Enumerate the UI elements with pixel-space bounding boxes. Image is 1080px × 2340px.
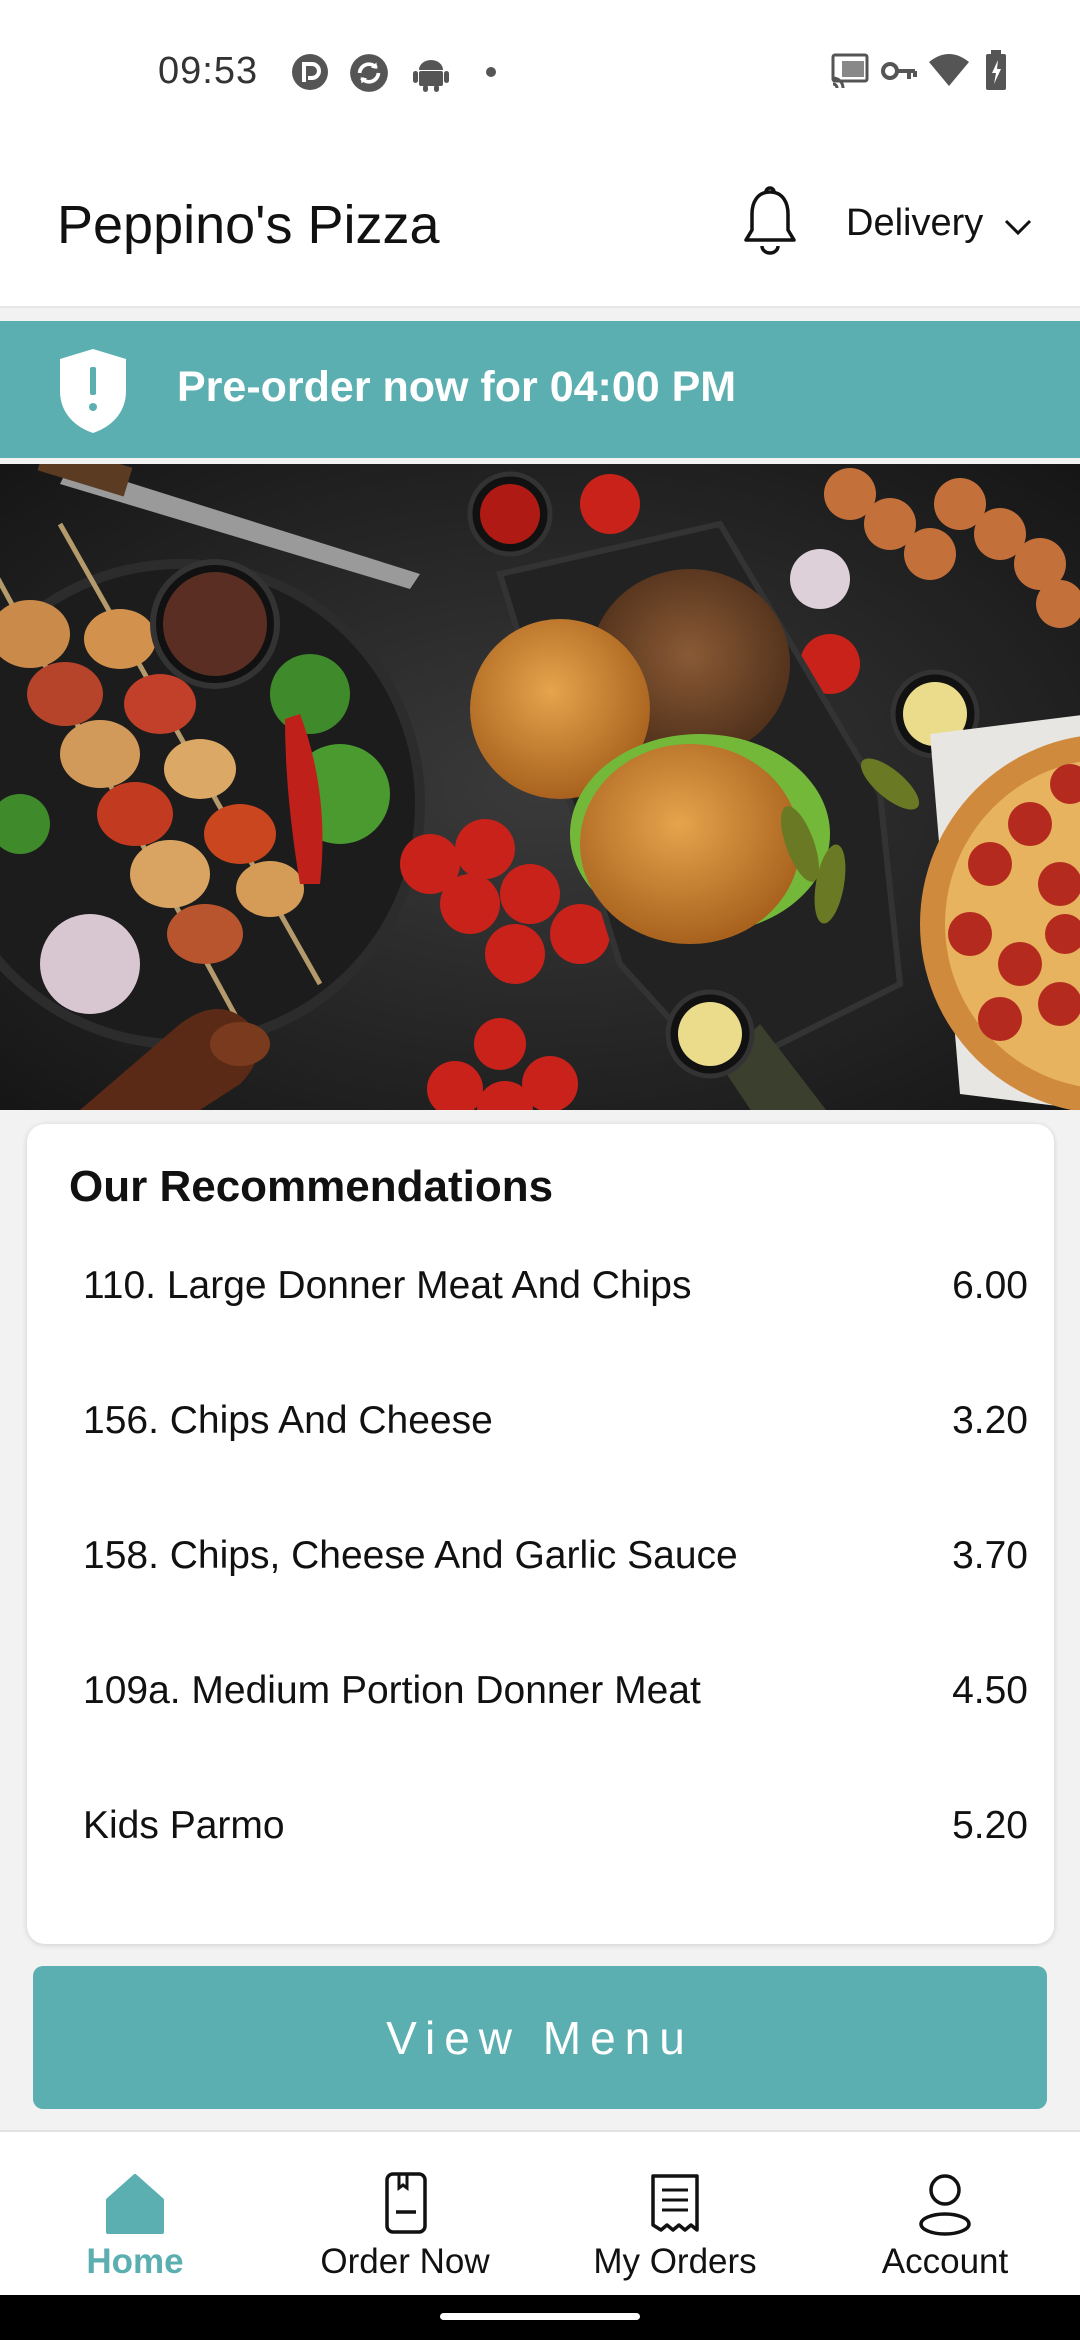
item-name: 158. Chips, Cheese And Garlic Sauce [83, 1534, 738, 1577]
nav-item-my-orders[interactable]: My Orders [540, 2132, 810, 2297]
shield-alert-icon [60, 349, 126, 433]
dot-icon [486, 67, 496, 77]
status-bar: 09:53 [0, 0, 1080, 150]
nav-item-home[interactable]: Home [0, 2132, 270, 2297]
vpn-key-icon [881, 62, 917, 80]
nav-label-home: Home [86, 2242, 184, 2281]
home-icon [106, 2174, 164, 2234]
item-price: 5.20 [952, 1804, 1028, 1847]
gesture-bar [0, 2295, 1080, 2340]
item-price: 6.00 [952, 1264, 1028, 1307]
recommendations-card: Our Recommendations 110. Large Donner Me… [27, 1124, 1054, 1944]
bottom-nav: Home Order Now My Orders Account [0, 2130, 1080, 2295]
recommendation-item[interactable]: Kids Parmo 5.20 [83, 1792, 1028, 1882]
recommendations-title: Our Recommendations [69, 1162, 554, 1211]
app-title: Peppino's Pizza [57, 195, 440, 255]
food-spread-illustration [0, 464, 1080, 1110]
order-now-icon [385, 2172, 427, 2234]
nav-item-order-now[interactable]: Order Now [270, 2132, 540, 2297]
nav-label-order-now: Order Now [320, 2242, 490, 2281]
status-time: 09:53 [158, 50, 259, 92]
bell-icon[interactable] [740, 186, 800, 258]
android-icon [413, 60, 449, 92]
home-gesture-handle[interactable] [440, 2313, 640, 2320]
battery-icon [986, 50, 1006, 90]
item-name: 156. Chips And Cheese [83, 1399, 493, 1442]
nav-item-account[interactable]: Account [810, 2132, 1080, 2297]
item-name: 110. Large Donner Meat And Chips [83, 1264, 692, 1307]
item-price: 3.20 [952, 1399, 1028, 1442]
receipt-icon [651, 2174, 699, 2232]
pocket-casts-icon [292, 54, 328, 90]
recommendation-item[interactable]: 156. Chips And Cheese 3.20 [83, 1387, 1028, 1477]
preorder-banner: Pre-order now for 04:00 PM [0, 321, 1080, 458]
account-icon [919, 2174, 971, 2236]
nav-label-account: Account [881, 2242, 1009, 2281]
sync-icon [350, 54, 388, 92]
chevron-down-icon[interactable] [1002, 216, 1034, 238]
wifi-icon [929, 54, 969, 86]
recommendation-item[interactable]: 109a. Medium Portion Donner Meat 4.50 [83, 1657, 1028, 1747]
item-price: 3.70 [952, 1534, 1028, 1577]
cast-icon [831, 53, 869, 88]
app-header: Peppino's Pizza Delivery [0, 150, 1080, 308]
item-name: 109a. Medium Portion Donner Meat [83, 1669, 701, 1712]
view-menu-button[interactable]: View Menu [33, 1966, 1047, 2109]
nav-label-my-orders: My Orders [593, 2242, 757, 2281]
item-price: 4.50 [952, 1669, 1028, 1712]
food-spread-image [0, 464, 1080, 1110]
preorder-text: Pre-order now for 04:00 PM [177, 363, 737, 411]
order-type-selector[interactable]: Delivery [846, 202, 983, 245]
recommendation-item[interactable]: 158. Chips, Cheese And Garlic Sauce 3.70 [83, 1522, 1028, 1612]
item-name: Kids Parmo [83, 1804, 285, 1847]
recommendation-item[interactable]: 110. Large Donner Meat And Chips 6.00 [83, 1252, 1028, 1342]
